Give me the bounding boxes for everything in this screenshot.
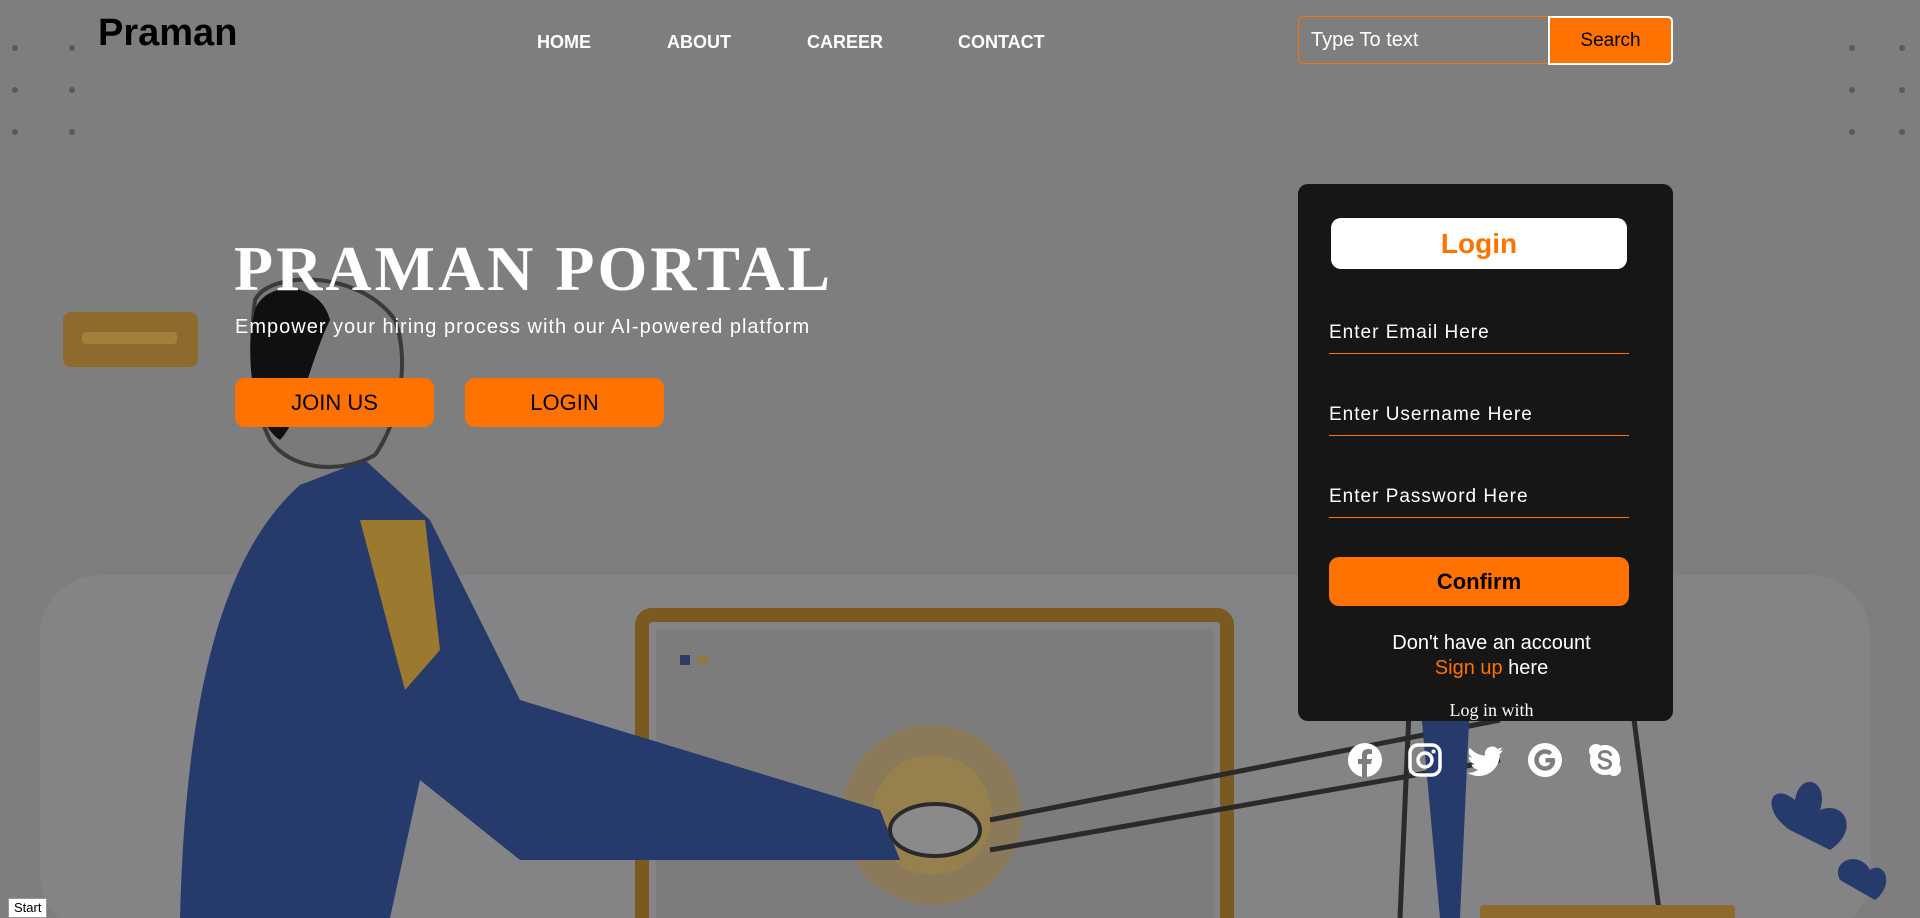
join-us-button[interactable]: JOIN US (235, 378, 434, 427)
login-card-title: Login (1331, 218, 1627, 269)
hero-login-button[interactable]: LOGIN (465, 378, 664, 427)
confirm-button[interactable]: Confirm (1329, 557, 1629, 606)
username-field[interactable] (1329, 388, 1629, 436)
signup-suffix: here (1502, 657, 1549, 679)
nav-home[interactable]: HOME (537, 32, 591, 53)
nav-contact[interactable]: CONTACT (958, 32, 1045, 53)
password-field[interactable] (1329, 470, 1629, 518)
signup-line: Sign up here (1298, 657, 1673, 680)
skype-icon[interactable] (1587, 742, 1623, 778)
brand-logo: Praman (98, 12, 238, 54)
nav-career[interactable]: CAREER (807, 32, 883, 53)
start-label: Start (8, 898, 48, 918)
search-button[interactable]: Search (1548, 16, 1673, 65)
facebook-icon[interactable] (1347, 742, 1383, 778)
no-account-text: Don't have an account (1392, 632, 1591, 654)
google-icon[interactable] (1527, 742, 1563, 778)
nav-about[interactable]: ABOUT (667, 32, 731, 53)
instagram-icon[interactable] (1407, 742, 1443, 778)
hero-subtitle: Empower your hiring process with our AI-… (235, 316, 811, 338)
hero-title: PRAMAN PORTAL (234, 233, 834, 304)
email-field[interactable] (1329, 306, 1629, 354)
login-with-label: Log in with (1449, 700, 1534, 720)
login-card: Login Confirm Don't have an account Sign… (1298, 184, 1673, 721)
twitter-icon[interactable] (1467, 742, 1503, 778)
search-input[interactable] (1298, 16, 1548, 64)
signup-link[interactable]: Sign up (1435, 657, 1503, 679)
